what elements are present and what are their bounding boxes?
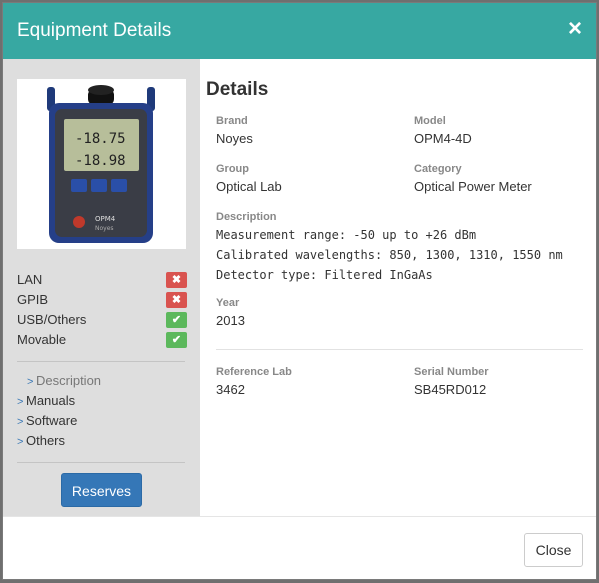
feature-label: USB/Others — [17, 312, 87, 327]
chevron-right-icon: > — [27, 376, 34, 388]
link-manuals[interactable]: > Manuals — [17, 391, 187, 411]
feature-row-gpib: GPIB ✖ — [17, 291, 187, 311]
cross-icon: ✖ — [166, 292, 187, 308]
year-value: 2013 — [216, 313, 245, 328]
link-software[interactable]: > Software — [17, 411, 187, 431]
year-label: Year — [216, 297, 240, 309]
equipment-photo: -18.75 -18.98 OPM4 Noyes — [17, 79, 186, 249]
chevron-right-icon: > — [17, 436, 24, 448]
optical-power-meter-image: -18.75 -18.98 OPM4 Noyes — [47, 85, 155, 243]
close-icon[interactable]: × — [568, 16, 582, 42]
feature-row-movable: Movable ✔ — [17, 331, 187, 351]
section-links: > Description > Manuals > Software > Others — [17, 371, 187, 451]
divider — [17, 462, 185, 463]
feature-list: LAN ✖ GPIB ✖ USB/Others ✔ Movable ✔ — [17, 271, 187, 351]
feature-row-lan: LAN ✖ — [17, 271, 187, 291]
model-value: OPM4-4D — [414, 131, 472, 146]
description-line: Detector type: Filtered InGaAs — [216, 268, 433, 282]
feature-label: LAN — [17, 272, 43, 287]
check-icon: ✔ — [166, 332, 187, 348]
equipment-details-modal: Equipment Details × -18.75 -18.98 OPM4 N… — [2, 2, 597, 580]
reference-lab-label: Reference Lab — [216, 366, 292, 378]
category-label: Category — [414, 163, 462, 175]
feature-label: Movable — [17, 332, 67, 347]
reference-lab-value: 3462 — [216, 382, 245, 397]
link-label: Software — [26, 413, 78, 428]
link-label: Description — [36, 373, 102, 388]
model-label: Model — [414, 115, 446, 127]
device-brand-label: Noyes — [95, 225, 114, 232]
description-label: Description — [216, 211, 277, 223]
details-heading: Details — [206, 79, 269, 100]
feature-row-usb: USB/Others ✔ — [17, 311, 187, 331]
cross-icon: ✖ — [166, 272, 187, 288]
group-label: Group — [216, 163, 249, 175]
group-value: Optical Lab — [216, 179, 282, 194]
category-value: Optical Power Meter — [414, 179, 532, 194]
modal-footer: Close — [3, 516, 596, 579]
device-model-label: OPM4 — [95, 215, 116, 223]
brand-value: Noyes — [216, 131, 253, 146]
link-others[interactable]: > Others — [17, 431, 187, 451]
chevron-right-icon: > — [17, 416, 24, 428]
close-button[interactable]: Close — [524, 533, 583, 567]
divider — [216, 349, 583, 350]
serial-number-value: SB45RD012 — [414, 382, 487, 397]
lcd-line-2: -18.98 — [75, 153, 126, 169]
link-label: Manuals — [26, 393, 76, 408]
sidebar: -18.75 -18.98 OPM4 Noyes LAN ✖ GPIB ✖ US… — [3, 59, 200, 516]
description-line: Calibrated wavelengths: 850, 1300, 1310,… — [216, 248, 563, 262]
lcd-line-1: -18.75 — [75, 131, 126, 147]
modal-title: Equipment Details — [17, 20, 172, 41]
description-line: Measurement range: -50 up to +26 dBm — [216, 228, 477, 242]
feature-label: GPIB — [17, 292, 49, 307]
reserves-button[interactable]: Reserves — [61, 473, 142, 507]
chevron-right-icon: > — [17, 396, 24, 408]
details-panel: Details Brand Noyes Model OPM4-4D Group … — [200, 59, 596, 516]
brand-label: Brand — [216, 115, 248, 127]
check-icon: ✔ — [166, 312, 187, 328]
link-label: Others — [26, 433, 66, 448]
divider — [17, 361, 185, 362]
serial-number-label: Serial Number — [414, 366, 489, 378]
link-description[interactable]: > Description — [17, 371, 187, 391]
modal-header: Equipment Details × — [3, 3, 596, 59]
